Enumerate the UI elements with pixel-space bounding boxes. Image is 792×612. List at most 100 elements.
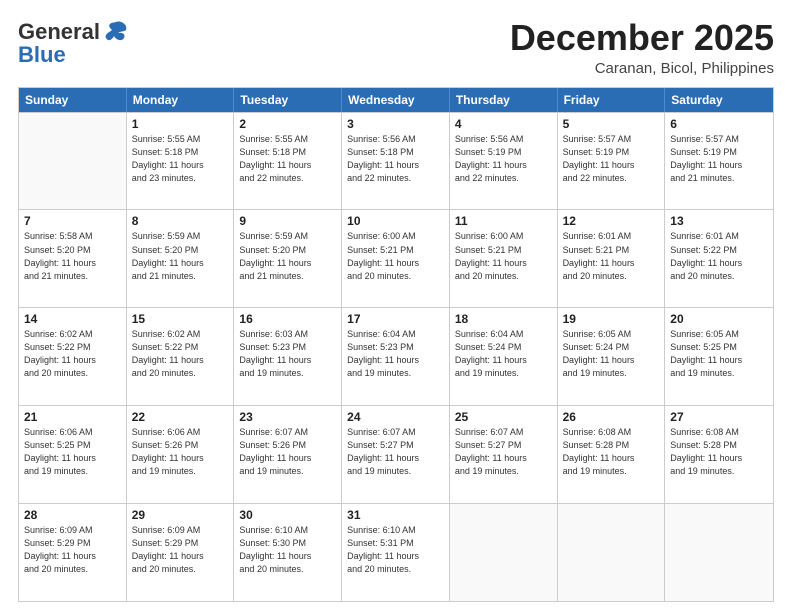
day-number: 10 [347,214,444,228]
calendar-cell: 8 Sunrise: 5:59 AM Sunset: 5:20 PM Daylig… [127,210,235,307]
month-title: December 2025 [510,18,774,58]
calendar-cell: 9 Sunrise: 5:59 AM Sunset: 5:20 PM Daylig… [234,210,342,307]
calendar-cell: 23 Sunrise: 6:07 AM Sunset: 5:26 PM Dayli… [234,406,342,503]
day-info: Sunrise: 6:06 AM Sunset: 5:26 PM Dayligh… [132,426,229,478]
logo: General Blue [18,18,130,68]
calendar-cell: 28 Sunrise: 6:09 AM Sunset: 5:29 PM Dayli… [19,504,127,601]
day-number: 12 [563,214,660,228]
calendar-cell: 15 Sunrise: 6:02 AM Sunset: 5:22 PM Dayli… [127,308,235,405]
day-number: 28 [24,508,121,522]
day-number: 11 [455,214,552,228]
calendar-cell: 13 Sunrise: 6:01 AM Sunset: 5:22 PM Dayli… [665,210,773,307]
calendar-cell: 4 Sunrise: 5:56 AM Sunset: 5:19 PM Daylig… [450,113,558,210]
day-info: Sunrise: 5:57 AM Sunset: 5:19 PM Dayligh… [563,133,660,185]
day-info: Sunrise: 6:08 AM Sunset: 5:28 PM Dayligh… [670,426,768,478]
day-info: Sunrise: 6:07 AM Sunset: 5:26 PM Dayligh… [239,426,336,478]
calendar-cell: 20 Sunrise: 6:05 AM Sunset: 5:25 PM Dayli… [665,308,773,405]
header: General Blue December 2025 Caranan, Bico… [18,18,774,77]
day-number: 3 [347,117,444,131]
calendar-cell: 29 Sunrise: 6:09 AM Sunset: 5:29 PM Dayli… [127,504,235,601]
calendar-header-saturday: Saturday [665,88,773,112]
day-info: Sunrise: 6:02 AM Sunset: 5:22 PM Dayligh… [132,328,229,380]
calendar-body: 1 Sunrise: 5:55 AM Sunset: 5:18 PM Daylig… [19,112,773,601]
day-info: Sunrise: 6:09 AM Sunset: 5:29 PM Dayligh… [24,524,121,576]
title-block: December 2025 Caranan, Bicol, Philippine… [510,18,774,77]
calendar-week-5: 28 Sunrise: 6:09 AM Sunset: 5:29 PM Dayli… [19,503,773,601]
day-info: Sunrise: 5:59 AM Sunset: 5:20 PM Dayligh… [239,230,336,282]
day-number: 15 [132,312,229,326]
day-info: Sunrise: 6:01 AM Sunset: 5:21 PM Dayligh… [563,230,660,282]
day-number: 6 [670,117,768,131]
day-number: 16 [239,312,336,326]
day-info: Sunrise: 6:05 AM Sunset: 5:25 PM Dayligh… [670,328,768,380]
day-info: Sunrise: 6:07 AM Sunset: 5:27 PM Dayligh… [455,426,552,478]
calendar-cell: 11Sunrise: 6:00 AM Sunset: 5:21 PM Dayli… [450,210,558,307]
day-number: 13 [670,214,768,228]
calendar-cell: 10 Sunrise: 6:00 AM Sunset: 5:21 PM Dayli… [342,210,450,307]
calendar-cell: 2 Sunrise: 5:55 AM Sunset: 5:18 PM Daylig… [234,113,342,210]
calendar-week-2: 7Sunrise: 5:58 AM Sunset: 5:20 PM Daylig… [19,209,773,307]
calendar-cell [450,504,558,601]
day-info: Sunrise: 5:59 AM Sunset: 5:20 PM Dayligh… [132,230,229,282]
calendar: SundayMondayTuesdayWednesdayThursdayFrid… [18,87,774,602]
day-info: Sunrise: 5:56 AM Sunset: 5:18 PM Dayligh… [347,133,444,185]
day-number: 22 [132,410,229,424]
calendar-cell: 19Sunrise: 6:05 AM Sunset: 5:24 PM Dayli… [558,308,666,405]
day-number: 14 [24,312,121,326]
day-number: 1 [132,117,229,131]
day-number: 17 [347,312,444,326]
logo-bird-icon [102,18,130,46]
calendar-cell: 30 Sunrise: 6:10 AM Sunset: 5:30 PM Dayli… [234,504,342,601]
calendar-header-tuesday: Tuesday [234,88,342,112]
calendar-cell: 24Sunrise: 6:07 AM Sunset: 5:27 PM Dayli… [342,406,450,503]
calendar-header-friday: Friday [558,88,666,112]
calendar-header-monday: Monday [127,88,235,112]
day-info: Sunrise: 6:04 AM Sunset: 5:23 PM Dayligh… [347,328,444,380]
day-info: Sunrise: 6:01 AM Sunset: 5:22 PM Dayligh… [670,230,768,282]
day-info: Sunrise: 6:04 AM Sunset: 5:24 PM Dayligh… [455,328,552,380]
day-number: 7 [24,214,121,228]
calendar-cell: 22 Sunrise: 6:06 AM Sunset: 5:26 PM Dayli… [127,406,235,503]
day-number: 9 [239,214,336,228]
day-info: Sunrise: 6:09 AM Sunset: 5:29 PM Dayligh… [132,524,229,576]
day-info: Sunrise: 6:10 AM Sunset: 5:30 PM Dayligh… [239,524,336,576]
day-number: 8 [132,214,229,228]
calendar-cell [665,504,773,601]
day-info: Sunrise: 6:06 AM Sunset: 5:25 PM Dayligh… [24,426,121,478]
calendar-cell: 17 Sunrise: 6:04 AM Sunset: 5:23 PM Dayli… [342,308,450,405]
day-info: Sunrise: 5:57 AM Sunset: 5:19 PM Dayligh… [670,133,768,185]
calendar-cell: 21 Sunrise: 6:06 AM Sunset: 5:25 PM Dayli… [19,406,127,503]
day-info: Sunrise: 6:00 AM Sunset: 5:21 PM Dayligh… [347,230,444,282]
calendar-cell: 27Sunrise: 6:08 AM Sunset: 5:28 PM Dayli… [665,406,773,503]
day-info: Sunrise: 5:56 AM Sunset: 5:19 PM Dayligh… [455,133,552,185]
calendar-header-wednesday: Wednesday [342,88,450,112]
day-info: Sunrise: 5:55 AM Sunset: 5:18 PM Dayligh… [239,133,336,185]
day-number: 30 [239,508,336,522]
location: Caranan, Bicol, Philippines [510,60,774,77]
day-number: 21 [24,410,121,424]
calendar-week-1: 1 Sunrise: 5:55 AM Sunset: 5:18 PM Daylig… [19,112,773,210]
day-number: 23 [239,410,336,424]
calendar-cell: 16Sunrise: 6:03 AM Sunset: 5:23 PM Dayli… [234,308,342,405]
day-number: 4 [455,117,552,131]
day-number: 5 [563,117,660,131]
calendar-week-4: 21 Sunrise: 6:06 AM Sunset: 5:25 PM Dayli… [19,405,773,503]
day-number: 29 [132,508,229,522]
calendar-cell: 14Sunrise: 6:02 AM Sunset: 5:22 PM Dayli… [19,308,127,405]
calendar-cell: 26Sunrise: 6:08 AM Sunset: 5:28 PM Dayli… [558,406,666,503]
calendar-cell: 6 Sunrise: 5:57 AM Sunset: 5:19 PM Daylig… [665,113,773,210]
page: General Blue December 2025 Caranan, Bico… [0,0,792,612]
day-number: 2 [239,117,336,131]
calendar-cell: 1Sunrise: 5:55 AM Sunset: 5:18 PM Daylig… [127,113,235,210]
day-number: 20 [670,312,768,326]
calendar-cell: 18Sunrise: 6:04 AM Sunset: 5:24 PM Dayli… [450,308,558,405]
calendar-week-3: 14 Sunrise: 6:02 AM Sunset: 5:22 PM Dayli… [19,307,773,405]
calendar-cell: 5 Sunrise: 5:57 AM Sunset: 5:19 PM Daylig… [558,113,666,210]
day-number: 31 [347,508,444,522]
day-info: Sunrise: 6:05 AM Sunset: 5:24 PM Dayligh… [563,328,660,380]
day-info: Sunrise: 6:08 AM Sunset: 5:28 PM Dayligh… [563,426,660,478]
day-info: Sunrise: 6:10 AM Sunset: 5:31 PM Dayligh… [347,524,444,576]
calendar-header-sunday: Sunday [19,88,127,112]
calendar-header: SundayMondayTuesdayWednesdayThursdayFrid… [19,88,773,112]
calendar-cell: 31 Sunrise: 6:10 AM Sunset: 5:31 PM Dayli… [342,504,450,601]
